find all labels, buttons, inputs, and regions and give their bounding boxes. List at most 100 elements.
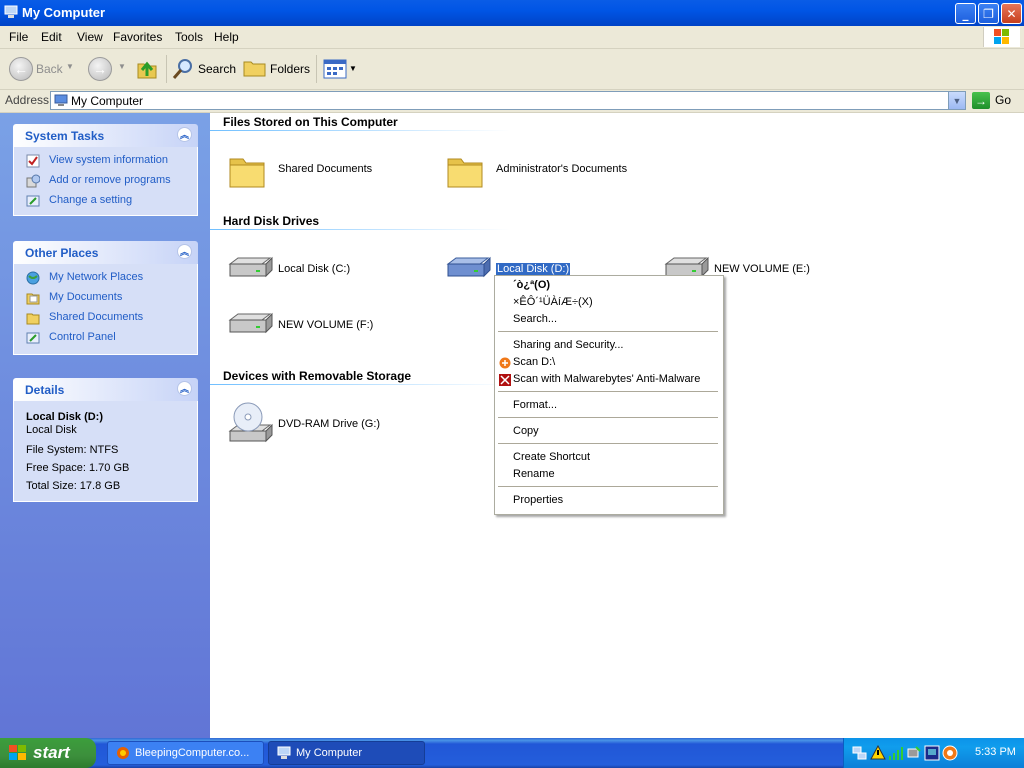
title-bar[interactable]: My Computer _ ❐ ✕ — [0, 0, 1024, 26]
back-dropdown-icon[interactable]: ▼ — [66, 62, 74, 71]
menu-edit[interactable]: Edit — [41, 30, 62, 44]
clock[interactable]: 5:33 PM — [975, 746, 1016, 758]
my-network-places-link[interactable]: My Network Places — [14, 269, 197, 289]
hard-disk-icon — [228, 312, 273, 334]
up-folder-icon[interactable] — [136, 56, 158, 80]
menu-item-open[interactable]: ´ò¿ª(O) — [513, 279, 550, 291]
malwarebytes-icon — [499, 374, 511, 386]
taskbar-item-label: My Computer — [296, 747, 363, 759]
menu-tools[interactable]: Tools — [175, 30, 203, 44]
go-button[interactable]: Go — [995, 93, 1011, 107]
details-title: Details — [25, 383, 65, 397]
network-places-icon — [26, 271, 40, 285]
menu-item-search[interactable]: Search... — [513, 313, 557, 325]
details-total-size: Total Size: 17.8 GB — [26, 480, 121, 492]
details-free-space: Free Space: 1.70 GB — [26, 462, 130, 474]
menu-separator — [498, 391, 718, 392]
menu-item-malwarebytes[interactable]: Scan with Malwarebytes' Anti-Malware — [513, 373, 700, 385]
menu-help[interactable]: Help — [214, 30, 239, 44]
menu-item-explore[interactable]: ×ÊÔ´¹ÜÀíÆ÷(X) — [513, 296, 593, 308]
my-documents-link[interactable]: My Documents — [14, 289, 197, 309]
menu-favorites[interactable]: Favorites — [113, 30, 162, 44]
section-divider — [210, 229, 510, 230]
forward-dropdown-icon[interactable]: ▼ — [118, 62, 126, 71]
minimize-button[interactable]: _ — [955, 3, 976, 24]
search-button[interactable]: Search — [198, 62, 236, 76]
views-icon[interactable] — [323, 59, 347, 79]
details-header[interactable]: Details ︽ — [13, 378, 198, 401]
back-label: Back — [36, 62, 63, 76]
search-icon[interactable] — [171, 57, 195, 81]
menu-item-sharing-security[interactable]: Sharing and Security... — [513, 339, 623, 351]
shared-documents-link[interactable]: Shared Documents — [14, 309, 197, 329]
folders-button[interactable]: Folders — [270, 62, 310, 76]
hard-disk-icon — [228, 256, 273, 278]
network-icon[interactable] — [852, 745, 868, 761]
hard-disk-icon — [446, 256, 491, 278]
folders-icon[interactable] — [243, 58, 267, 78]
taskbar-item-label: BleepingComputer.co... — [135, 747, 250, 759]
other-places-panel: Other Places ︽ My Network Places My Docu… — [13, 241, 198, 355]
dvd-ram-drive-item[interactable]: DVD-RAM Drive (G:) — [226, 399, 426, 447]
taskbar-item-browser[interactable]: BleepingComputer.co... — [107, 741, 264, 765]
new-volume-f-item[interactable]: NEW VOLUME (F:) — [226, 310, 426, 340]
change-a-setting-link[interactable]: Change a setting — [14, 192, 197, 212]
local-disk-c-item[interactable]: Local Disk (C:) — [226, 254, 426, 284]
control-panel-icon — [26, 332, 40, 344]
back-button[interactable]: ← — [9, 57, 33, 81]
other-places-title: Other Places — [25, 246, 99, 260]
maximize-button[interactable]: ❐ — [978, 3, 999, 24]
address-dropdown-icon[interactable]: ▼ — [948, 92, 965, 109]
menu-item-properties[interactable]: Properties — [513, 494, 563, 506]
toolbar-separator — [166, 55, 167, 83]
section-divider — [210, 130, 510, 131]
start-button[interactable]: start — [0, 738, 96, 768]
go-arrow-icon[interactable]: → — [972, 92, 990, 109]
menu-item-rename[interactable]: Rename — [513, 468, 555, 480]
security-warning-icon[interactable] — [870, 745, 886, 761]
control-panel-link[interactable]: Control Panel — [14, 329, 197, 349]
views-dropdown-icon[interactable]: ▼ — [349, 64, 357, 73]
administrators-documents-item[interactable]: Administrator's Documents — [446, 151, 666, 191]
system-tasks-panel: System Tasks ︽ View system information A… — [13, 124, 198, 216]
shared-documents-item[interactable]: Shared Documents — [228, 151, 428, 191]
forward-button[interactable]: → — [88, 57, 112, 81]
safely-remove-hardware-icon[interactable] — [906, 745, 922, 761]
details-panel: Details ︽ Local Disk (D:) Local Disk Fil… — [13, 378, 198, 502]
collapse-icon[interactable]: ︽ — [177, 244, 192, 259]
view-system-information-link[interactable]: View system information — [14, 152, 197, 172]
close-button[interactable]: ✕ — [1001, 3, 1022, 24]
shared-folder-icon — [26, 313, 40, 325]
add-remove-programs-icon — [26, 174, 40, 188]
address-bar: Address My Computer ▼ → Go — [0, 90, 1024, 113]
my-computer-icon — [4, 5, 18, 18]
menu-item-copy[interactable]: Copy — [513, 425, 539, 437]
menu-separator — [498, 443, 718, 444]
menu-item-scan[interactable]: Scan D:\ — [513, 356, 555, 368]
my-computer-icon — [54, 94, 68, 106]
monitor-app-icon[interactable] — [924, 745, 940, 761]
menu-item-format[interactable]: Format... — [513, 399, 557, 411]
taskbar: start BleepingComputer.co... My Computer… — [0, 738, 1024, 768]
wireless-signal-icon[interactable] — [888, 745, 904, 761]
taskbar-item-my-computer[interactable]: My Computer — [268, 741, 425, 765]
system-tasks-header[interactable]: System Tasks ︽ — [13, 124, 198, 147]
toolbar-separator — [316, 55, 317, 83]
collapse-icon[interactable]: ︽ — [177, 381, 192, 396]
menu-item-create-shortcut[interactable]: Create Shortcut — [513, 451, 590, 463]
back-arrow-icon: ← — [14, 61, 28, 77]
address-field[interactable]: My Computer ▼ — [50, 91, 966, 110]
system-tasks-title: System Tasks — [25, 129, 105, 143]
collapse-icon[interactable]: ︽ — [177, 127, 192, 142]
my-computer-icon — [277, 746, 291, 759]
details-name: Local Disk (D:) — [26, 411, 104, 423]
antivirus-icon[interactable] — [942, 745, 958, 761]
other-places-header[interactable]: Other Places ︽ — [13, 241, 198, 264]
section-divider — [210, 384, 510, 385]
window-title: My Computer — [22, 5, 106, 20]
hard-disk-drives-header: Hard Disk Drives — [223, 214, 320, 228]
menu-file[interactable]: File — [9, 30, 28, 44]
menu-view[interactable]: View — [77, 30, 103, 44]
menu-separator — [498, 417, 718, 418]
add-remove-programs-link[interactable]: Add or remove programs — [14, 172, 197, 192]
